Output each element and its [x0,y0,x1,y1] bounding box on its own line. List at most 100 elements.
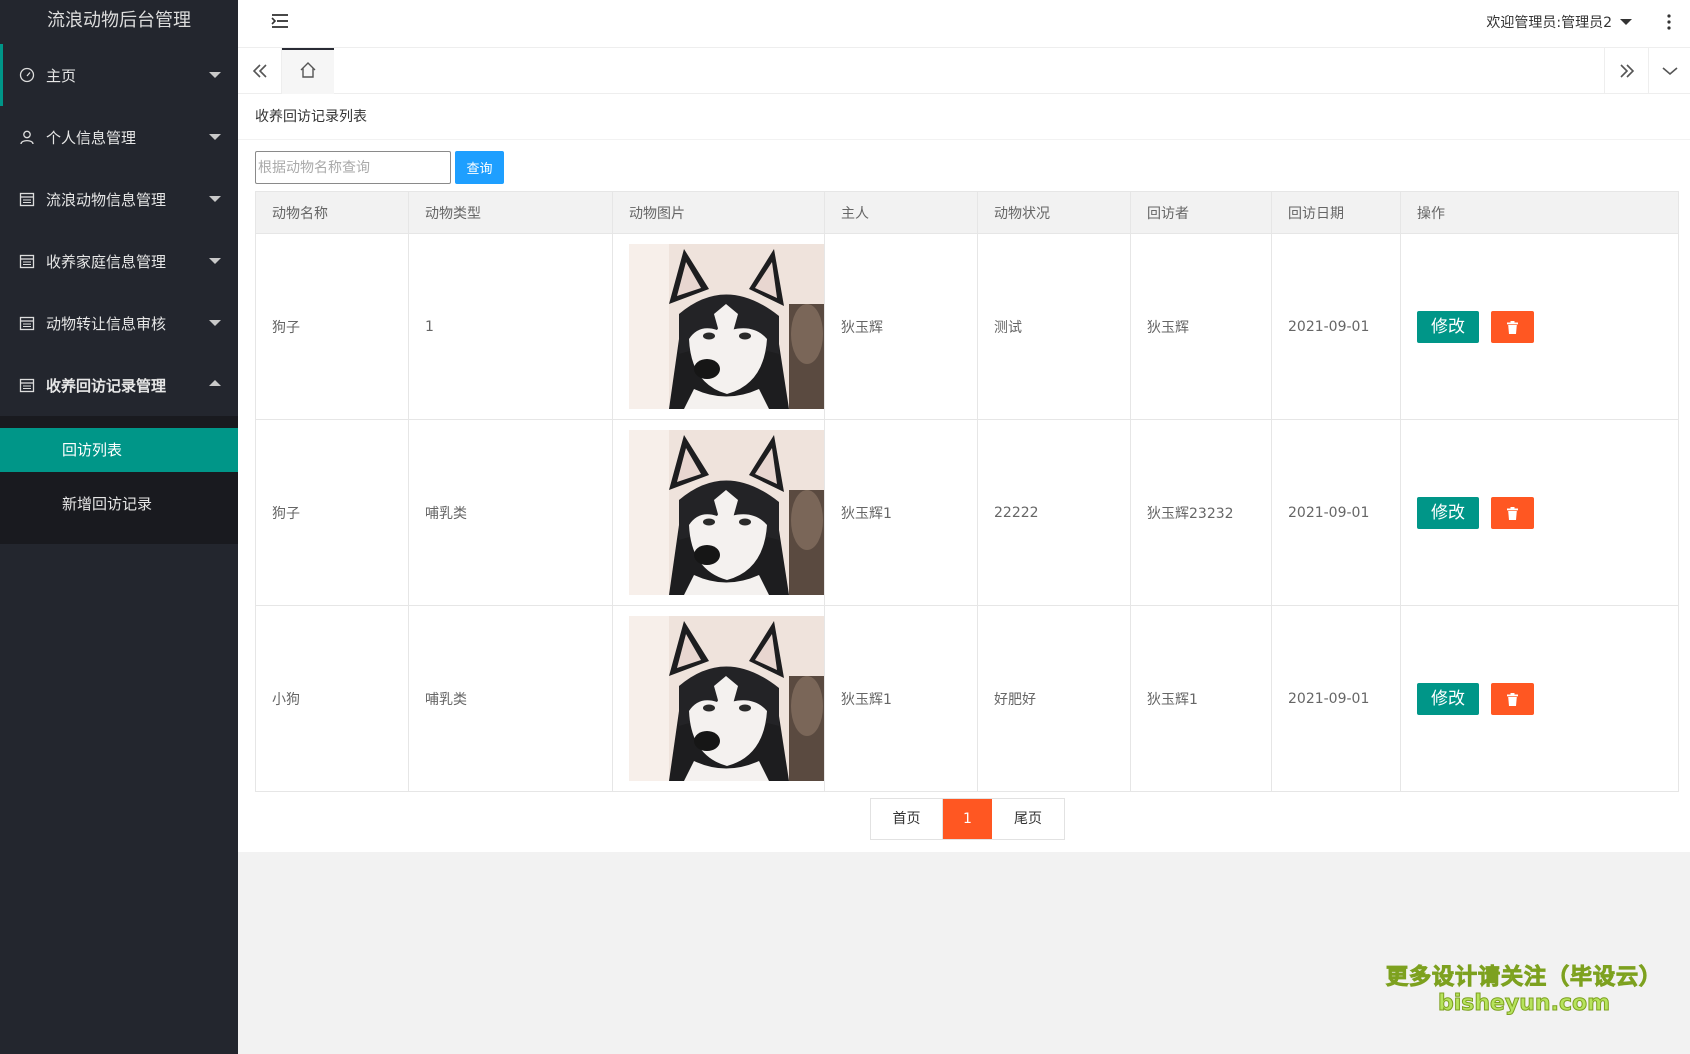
column-header: 动物图片 [612,191,825,234]
edit-button[interactable]: 修改 [1417,310,1479,343]
sidebar-item-label: 主页 [46,66,77,85]
caret-down-icon [209,134,221,140]
sidebar-subitem-add-visit[interactable]: 新增回访记录 [0,482,238,526]
search-button[interactable]: 查询 [455,151,504,184]
welcome-text: 欢迎管理员:管理员2 [1486,15,1612,31]
sidebar-item-personal[interactable]: 个人信息管理 [0,106,238,168]
pager-current-page[interactable]: 1 [943,799,992,839]
cell-visitor: 狄玉辉23232 [1130,419,1272,606]
caret-up-icon [209,380,221,386]
sidebar-item-label: 个人信息管理 [46,128,137,147]
trash-icon [1507,692,1518,706]
trash-icon [1507,320,1518,334]
more-vertical-icon[interactable] [1666,12,1672,32]
animal-photo [629,430,824,595]
sidebar-item-label: 收养家庭信息管理 [46,252,167,271]
table-row: 狗子 哺乳类 狄玉辉1 22222 狄玉辉23232 2021-09-01 修改 [255,419,1679,606]
cell-status: 好肥好 [977,605,1131,792]
cell-status: 22222 [977,419,1131,606]
cell-animal-type: 1 [408,233,613,420]
caret-down-icon [1620,19,1632,25]
cell-owner: 狄玉辉1 [824,419,978,606]
sidebar-item-label: 收养回访记录管理 [46,376,167,395]
cell-date: 2021-09-01 [1271,233,1401,420]
menu-toggle-icon[interactable] [270,12,294,34]
cell-actions: 修改 [1400,419,1679,606]
caret-down-icon [209,196,221,202]
cell-date: 2021-09-01 [1271,419,1401,606]
watermark-line1: 更多设计请关注（毕设云） [1385,965,1662,991]
calendar-icon [18,252,36,270]
sidebar-item-label: 流浪动物信息管理 [46,190,167,209]
user-menu[interactable]: 欢迎管理员:管理员2 [1486,12,1632,32]
tabs-bar [238,48,1690,94]
cell-status: 测试 [977,233,1131,420]
table-header-row: 动物名称 动物类型 动物图片 主人 动物状况 回访者 回访日期 操作 [255,191,1679,234]
visit-records-table: 动物名称 动物类型 动物图片 主人 动物状况 回访者 回访日期 操作 狗子 1 … [255,191,1679,792]
top-header: 欢迎管理员:管理员2 [238,0,1690,48]
pagination: 首页 1 尾页 [870,798,1065,840]
cell-owner: 狄玉辉1 [824,605,978,792]
tabs-dropdown-icon[interactable] [1648,48,1690,94]
search-input[interactable] [255,151,451,184]
animal-photo [629,244,824,409]
cell-animal-type: 哺乳类 [408,419,613,606]
column-header: 动物类型 [408,191,613,234]
column-header: 回访者 [1130,191,1272,234]
pager-first-button[interactable]: 首页 [871,799,943,839]
caret-down-icon [209,72,221,78]
watermark-line2: bisheyun.com [1437,991,1611,1017]
column-header: 操作 [1400,191,1679,234]
sidebar-item-visit-records[interactable]: 收养回访记录管理 [0,354,238,416]
delete-button[interactable] [1491,310,1534,343]
sidebar: 流浪动物后台管理 主页 个人信息管理 流浪动物信息管理 收养家庭信息管理 动物转… [0,0,238,1054]
calendar-icon [18,314,36,332]
main-panel: 收养回访记录列表 查询 [238,94,1690,852]
sidebar-item-adopters[interactable]: 收养家庭信息管理 [0,230,238,292]
column-header: 回访日期 [1271,191,1401,234]
calendar-icon [18,190,36,208]
cell-animal-image [612,419,825,606]
cell-animal-image [612,233,825,420]
caret-down-icon [209,320,221,326]
cell-animal-name: 小狗 [255,605,409,792]
cell-animal-image [612,605,825,792]
cell-actions: 修改 [1400,233,1679,420]
tabs-scroll-left-icon[interactable] [238,48,282,94]
user-icon [18,128,36,146]
edit-button[interactable]: 修改 [1417,496,1479,529]
tabs-scroll-right-icon[interactable] [1604,48,1648,94]
sidebar-submenu: 回访列表 新增回访记录 [0,416,238,544]
cell-visitor: 狄玉辉 [1130,233,1272,420]
edit-button[interactable]: 修改 [1417,682,1479,715]
table-row: 小狗 哺乳类 狄玉辉1 好肥好 狄玉辉1 2021-09-01 修改 [255,605,1679,792]
column-header: 主人 [824,191,978,234]
home-icon [299,61,317,83]
gauge-icon [18,66,36,84]
sidebar-item-label: 动物转让信息审核 [46,314,167,333]
app-title: 流浪动物后台管理 [0,0,238,44]
delete-button[interactable] [1491,682,1534,715]
cell-owner: 狄玉辉 [824,233,978,420]
cell-visitor: 狄玉辉1 [1130,605,1272,792]
column-header: 动物名称 [255,191,409,234]
cell-animal-type: 哺乳类 [408,605,613,792]
sidebar-item-stray-animals[interactable]: 流浪动物信息管理 [0,168,238,230]
search-bar: 查询 [255,151,504,184]
cell-animal-name: 狗子 [255,233,409,420]
sidebar-item-home[interactable]: 主页 [0,44,238,106]
tab-home[interactable] [282,48,334,94]
pager-last-button[interactable]: 尾页 [992,799,1064,839]
sidebar-item-transfer-review[interactable]: 动物转让信息审核 [0,292,238,354]
sidebar-subitem-visit-list[interactable]: 回访列表 [0,428,238,472]
page-title: 收养回访记录列表 [238,94,1690,140]
cell-actions: 修改 [1400,605,1679,792]
watermark: 更多设计请关注（毕设云） bisheyun.com [1385,959,1662,1017]
cell-date: 2021-09-01 [1271,605,1401,792]
delete-button[interactable] [1491,496,1534,529]
table-row: 狗子 1 狄玉辉 测试 狄玉辉 2021-09-01 修改 [255,233,1679,420]
animal-photo [629,616,824,781]
caret-down-icon [209,258,221,264]
calendar-icon [18,376,36,394]
column-header: 动物状况 [977,191,1131,234]
